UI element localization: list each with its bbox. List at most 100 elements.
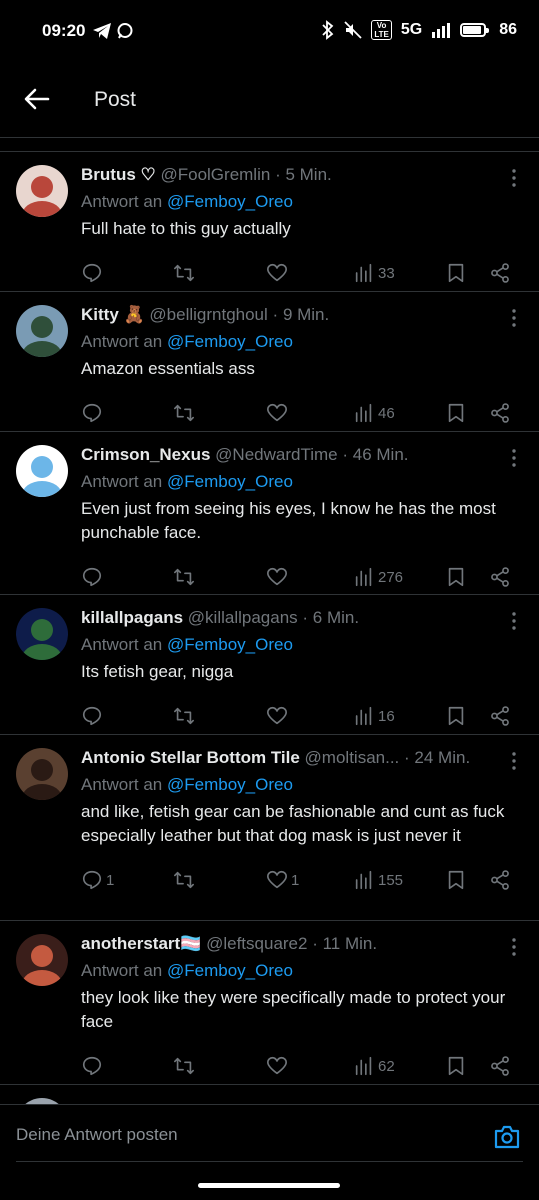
bookmark-icon (448, 403, 464, 423)
avatar[interactable] (16, 445, 68, 497)
views-button[interactable]: 16 (353, 704, 395, 728)
share-button[interactable] (489, 401, 511, 425)
avatar-image (22, 176, 62, 217)
home-indicator[interactable] (198, 1183, 340, 1188)
share-button[interactable] (489, 704, 511, 728)
post-time[interactable]: 24 Min. (414, 748, 470, 767)
comment-button[interactable] (81, 565, 106, 589)
views-button[interactable]: 62 (353, 1054, 395, 1078)
mention-link[interactable]: @Femboy_Oreo (167, 192, 293, 211)
share-button[interactable] (489, 868, 511, 892)
views-button[interactable]: 46 (353, 401, 395, 425)
view-count: 276 (378, 568, 404, 586)
retweet-button[interactable] (173, 868, 198, 892)
action-bar: 1 1 155 (81, 854, 523, 914)
comment-button[interactable] (81, 401, 106, 425)
user-handle[interactable]: @NedwardTime (215, 445, 337, 464)
more-vertical-icon[interactable] (509, 308, 519, 328)
volte-badge: Vo LTE (371, 20, 392, 40)
views-button[interactable]: 155 (353, 868, 403, 892)
display-name[interactable]: anotherstart🏳️‍⚧️ (81, 934, 201, 953)
retweet-button[interactable] (173, 261, 198, 285)
post-time[interactable]: 5 Min. (285, 165, 331, 184)
camera-icon[interactable] (493, 1123, 521, 1151)
avatar[interactable] (16, 934, 68, 986)
like-button[interactable] (266, 565, 291, 589)
comment-button[interactable] (81, 261, 106, 285)
views-button[interactable]: 276 (353, 565, 403, 589)
mention-link[interactable]: @Femboy_Oreo (167, 775, 293, 794)
reply-post[interactable]: Kitty 🧸 @belligrntghoul · 9 Min. Antwort… (0, 292, 539, 432)
user-handle[interactable]: @leftsquare2 (206, 934, 307, 953)
reply-post[interactable]: Antonio Stellar Bottom Tile @moltisan...… (0, 735, 539, 921)
page-title: Post (94, 88, 137, 111)
share-button[interactable] (489, 261, 511, 285)
avatar[interactable] (16, 608, 68, 660)
user-handle[interactable]: @belligrntghoul (149, 305, 267, 324)
post-time[interactable]: 11 Min. (323, 934, 378, 953)
display-name[interactable]: Kitty 🧸 (81, 305, 145, 324)
views-button[interactable]: 33 (353, 261, 395, 285)
user-handle[interactable]: @killallpagans (188, 608, 298, 627)
more-vertical-icon[interactable] (509, 168, 519, 188)
more-vertical-icon[interactable] (509, 611, 519, 631)
reply-post[interactable]: Brutus ♡ @FoolGremlin · 5 Min. Antwort a… (0, 152, 539, 292)
bookmark-button[interactable] (445, 401, 467, 425)
retweet-button[interactable] (173, 565, 198, 589)
mention-link[interactable]: @Femboy_Oreo (167, 472, 293, 491)
display-name[interactable]: Brutus ♡ (81, 165, 156, 184)
avatar[interactable] (16, 305, 68, 357)
share-button[interactable] (489, 1054, 511, 1078)
avatar[interactable] (16, 165, 68, 217)
replies-feed[interactable]: Brutus ♡ @FoolGremlin · 5 Min. Antwort a… (0, 138, 539, 1104)
mention-link[interactable]: @Femboy_Oreo (167, 635, 293, 654)
mention-link[interactable]: @Femboy_Oreo (167, 332, 293, 351)
post-header: Antonio Stellar Bottom Tile @moltisan...… (81, 745, 523, 771)
retweet-button[interactable] (173, 704, 198, 728)
more-vertical-icon[interactable] (509, 448, 519, 468)
display-name[interactable]: killallpagans (81, 608, 183, 627)
reply-post[interactable]: anotherstart🏳️‍⚧️ @leftsquare2 · 11 Min.… (0, 921, 539, 1085)
post-time[interactable]: 46 Min. (353, 445, 409, 464)
like-button[interactable] (266, 1054, 291, 1078)
bookmark-button[interactable] (445, 1054, 467, 1078)
arrow-left-icon[interactable] (22, 84, 52, 114)
user-handle[interactable]: @FoolGremlin (160, 165, 270, 184)
bookmark-button[interactable] (445, 261, 467, 285)
user-handle[interactable]: @moltisan... (305, 748, 400, 767)
next-post-partial[interactable] (0, 1085, 539, 1104)
retweet-icon (174, 707, 194, 725)
comment-button[interactable] (81, 704, 106, 728)
display-name[interactable]: Antonio Stellar Bottom Tile (81, 748, 300, 767)
more-vertical-icon[interactable] (509, 751, 519, 771)
comment-count: 1 (106, 871, 115, 889)
post-time[interactable]: 9 Min. (283, 305, 329, 324)
chat-bubble-icon (117, 23, 133, 39)
bookmark-icon (448, 706, 464, 726)
comment-button[interactable] (81, 1054, 106, 1078)
bookmark-button[interactable] (445, 704, 467, 728)
retweet-icon (174, 568, 194, 586)
like-button[interactable] (266, 401, 291, 425)
reply-post[interactable]: killallpagans @killallpagans · 6 Min. An… (0, 595, 539, 735)
bookmark-button[interactable] (445, 565, 467, 589)
like-button[interactable]: 1 (266, 868, 299, 892)
avatar[interactable] (16, 748, 68, 800)
display-name[interactable]: Crimson_Nexus (81, 445, 210, 464)
view-count: 46 (378, 404, 395, 422)
bookmark-button[interactable] (445, 868, 467, 892)
mention-link[interactable]: @Femboy_Oreo (167, 961, 293, 980)
share-button[interactable] (489, 565, 511, 589)
previous-post-edge (0, 138, 539, 152)
reply-input[interactable] (16, 1125, 436, 1145)
post-time[interactable]: 6 Min. (313, 608, 359, 627)
retweet-button[interactable] (173, 1054, 198, 1078)
retweet-button[interactable] (173, 401, 198, 425)
post-header: Kitty 🧸 @belligrntghoul · 9 Min. (81, 302, 523, 328)
reply-post[interactable]: Crimson_Nexus @NedwardTime · 46 Min. Ant… (0, 432, 539, 595)
reply-context: Antwort an @Femboy_Oreo (81, 188, 523, 215)
comment-button[interactable]: 1 (81, 868, 114, 892)
like-button[interactable] (266, 704, 291, 728)
more-vertical-icon[interactable] (509, 937, 519, 957)
like-button[interactable] (266, 261, 291, 285)
